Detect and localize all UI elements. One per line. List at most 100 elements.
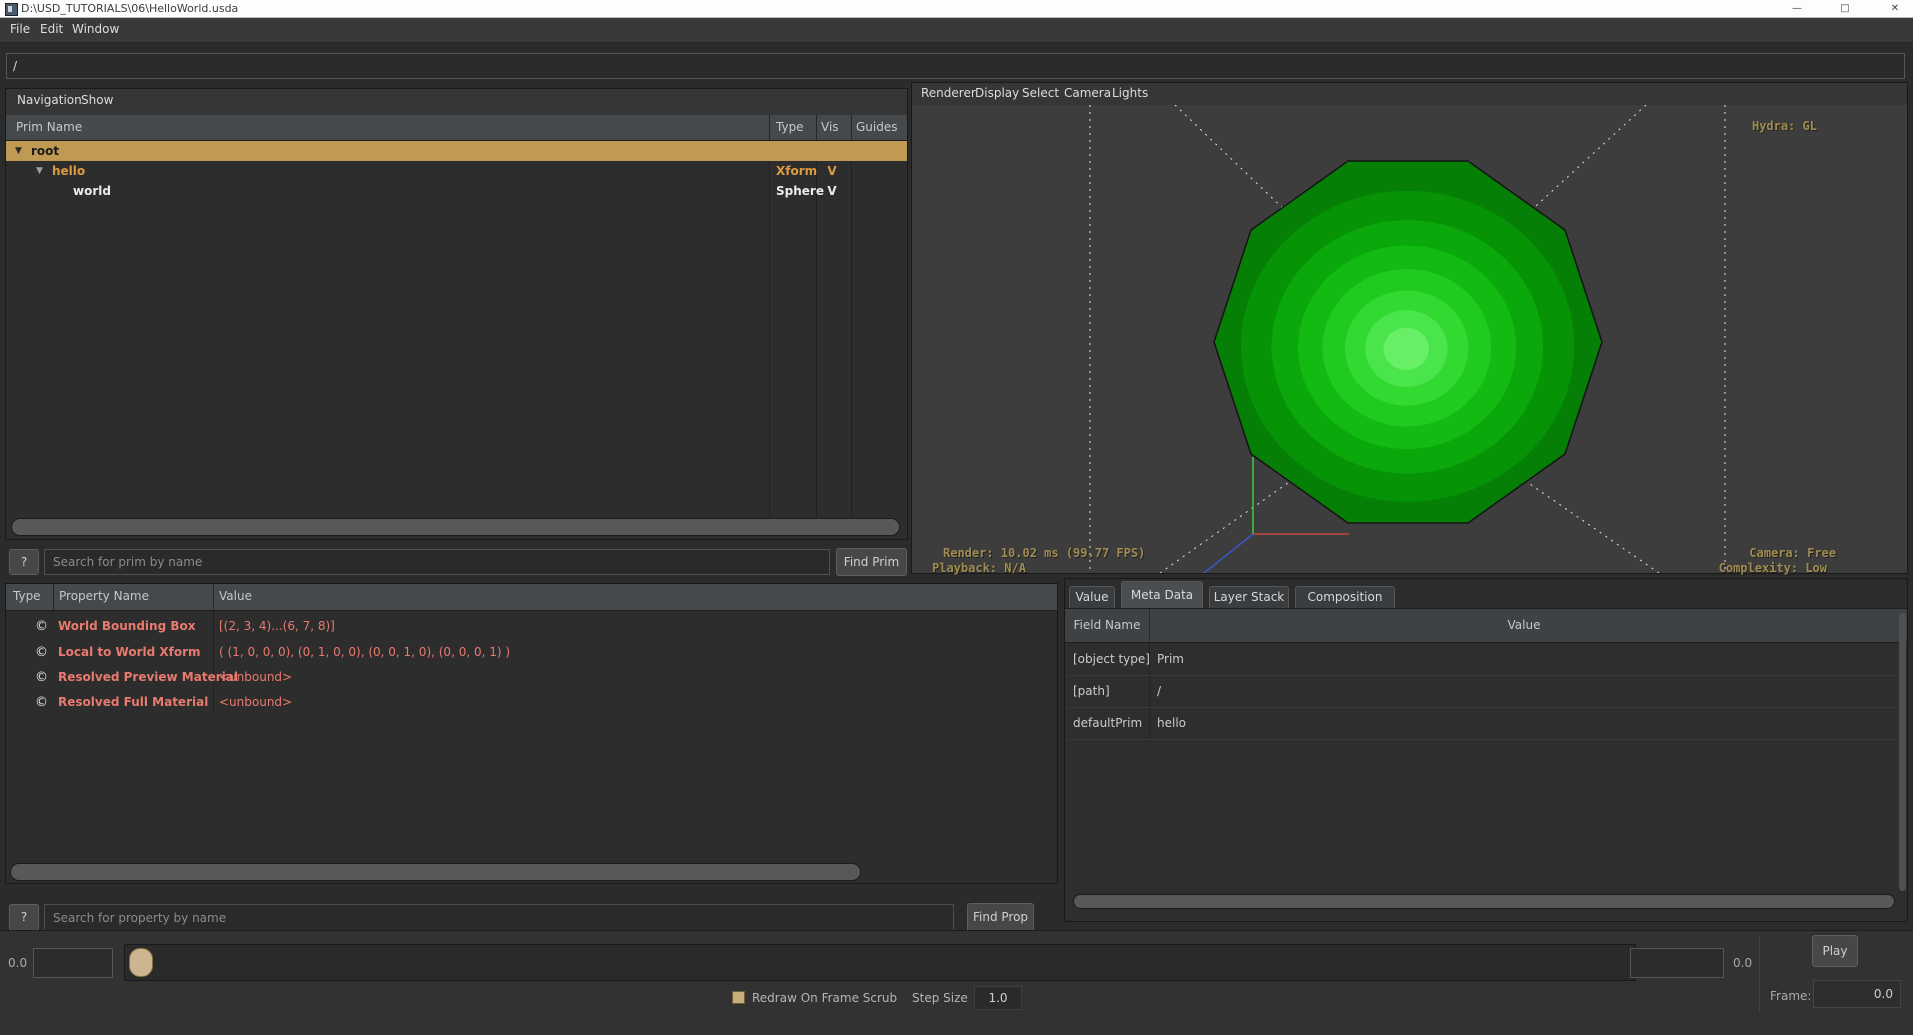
menu-select[interactable]: Select: [1020, 86, 1061, 100]
prop-search-help-button[interactable]: ?: [9, 904, 39, 931]
menu-navigation[interactable]: Navigation: [15, 93, 84, 107]
property-row[interactable]: © Resolved Preview Material <unbound>: [6, 665, 1057, 690]
usdview-window: D:\USD_TUTORIALS\06\HelloWorld.usda — □ …: [0, 0, 1913, 1035]
menu-camera[interactable]: Camera: [1062, 86, 1113, 100]
custom-attr-icon: ©: [24, 614, 48, 639]
tree-row-root[interactable]: ▼ root: [6, 141, 907, 161]
sphere-prim: [1214, 161, 1602, 523]
range-end-label: 0.0: [1733, 956, 1752, 970]
property-value: [(2, 3, 4)...(6, 7, 8)]: [219, 614, 335, 639]
prop-search-input[interactable]: [44, 904, 954, 931]
inspector-hscrollbar[interactable]: [1073, 894, 1895, 909]
col-prim-name[interactable]: Prim Name: [16, 120, 82, 134]
expander-icon[interactable]: ▼: [15, 141, 22, 161]
tab-composition[interactable]: Composition: [1295, 586, 1395, 608]
col-type[interactable]: Type: [776, 120, 804, 134]
property-row[interactable]: © World Bounding Box [(2, 3, 4)...(6, 7,…: [6, 614, 1057, 639]
expander-icon[interactable]: ▼: [36, 161, 43, 181]
hud-playback: Playback: N/A: [932, 561, 1026, 575]
menu-edit[interactable]: Edit: [38, 22, 65, 36]
hud-render: Render: 10.02 ms (99.77 FPS): [943, 546, 1145, 560]
frame-label: Frame:: [1770, 989, 1811, 1003]
viewport-canvas[interactable]: [912, 105, 1907, 573]
menu-window[interactable]: Window: [70, 22, 121, 36]
property-value: <unbound>: [219, 665, 292, 690]
prim-name: world: [73, 181, 111, 201]
property-hscrollbar[interactable]: [10, 863, 861, 881]
field-name: [object type]: [1073, 643, 1150, 675]
custom-attr-icon: ©: [24, 640, 48, 665]
field-value: Prim: [1157, 643, 1184, 675]
col-prop-type[interactable]: Type: [13, 589, 41, 603]
field-name: [path]: [1073, 675, 1110, 707]
property-row[interactable]: © Resolved Full Material <unbound>: [6, 690, 1057, 715]
tree-row-world[interactable]: world Sphere V: [6, 181, 907, 201]
play-button[interactable]: Play: [1812, 935, 1858, 967]
titlebar: D:\USD_TUTORIALS\06\HelloWorld.usda — □ …: [0, 0, 1913, 18]
close-button[interactable]: ✕: [1884, 0, 1906, 17]
frame-slider[interactable]: [124, 944, 1636, 981]
property-row[interactable]: © Local to World Xform ( (1, 0, 0, 0), (…: [6, 640, 1057, 665]
col-prop-value[interactable]: Value: [219, 589, 252, 603]
menu-display[interactable]: Display: [973, 86, 1021, 100]
redraw-label: Redraw On Frame Scrub: [752, 991, 897, 1005]
meta-row[interactable]: [object type] Prim: [1065, 643, 1907, 676]
menu-show[interactable]: Show: [79, 93, 115, 107]
hud-complexity: Complexity: Low: [1719, 561, 1827, 575]
meta-row[interactable]: [path] /: [1065, 675, 1907, 708]
tab-meta-data[interactable]: Meta Data: [1121, 581, 1203, 608]
property-value: ( (1, 0, 0, 0), (0, 1, 0, 0), (0, 0, 1, …: [219, 640, 510, 665]
menu-file[interactable]: File: [8, 22, 32, 36]
prim-browser-panel: Navigation Show Prim Name Type Vis Guide…: [5, 88, 908, 540]
prim-name: hello: [52, 161, 85, 181]
meta-table-header: Field Name Value: [1065, 609, 1907, 643]
prim-path-input[interactable]: [6, 53, 1905, 79]
menu-renderer[interactable]: Renderer: [919, 86, 978, 100]
step-size-label: Step Size: [912, 991, 968, 1005]
prim-table-header: Prim Name Type Vis Guides: [6, 115, 907, 141]
meta-row[interactable]: defaultPrim hello: [1065, 707, 1907, 740]
window-title: D:\USD_TUTORIALS\06\HelloWorld.usda: [21, 2, 238, 15]
col-vis[interactable]: Vis: [821, 120, 839, 134]
property-value: <unbound>: [219, 690, 292, 715]
frame-input[interactable]: [1813, 980, 1901, 1008]
inspector-vscrollbar[interactable]: [1899, 613, 1906, 891]
prim-tree-hscrollbar[interactable]: [11, 518, 900, 536]
prim-search-help-button[interactable]: ?: [9, 549, 39, 575]
column-divider: [53, 584, 54, 611]
field-value: hello: [1157, 707, 1186, 739]
range-start-input[interactable]: [33, 948, 113, 978]
tab-value[interactable]: Value: [1069, 586, 1115, 608]
step-size-input[interactable]: [974, 986, 1022, 1010]
col-prop-name[interactable]: Property Name: [59, 589, 149, 603]
menu-lights[interactable]: Lights: [1110, 86, 1150, 100]
tab-bar: Value Meta Data Layer Stack Composition: [1065, 579, 1907, 609]
custom-attr-icon: ©: [24, 690, 48, 715]
redraw-checkbox[interactable]: [732, 991, 745, 1004]
viewport-panel: Renderer Display Select Camera Lights: [911, 82, 1908, 574]
divider: [1759, 937, 1760, 1011]
find-prim-button[interactable]: Find Prim: [836, 548, 907, 576]
prim-search-input[interactable]: [44, 549, 830, 575]
hud-renderer: Hydra: GL: [1752, 119, 1817, 133]
col-guides[interactable]: Guides: [856, 120, 898, 134]
minimize-button[interactable]: —: [1786, 0, 1808, 17]
app-icon: [5, 3, 18, 16]
viewport-menubar: Renderer Display Select Camera Lights: [912, 83, 1907, 105]
prim-vis[interactable]: V: [820, 181, 844, 201]
col-field-name[interactable]: Field Name: [1065, 618, 1149, 632]
find-prop-button[interactable]: Find Prop: [967, 903, 1034, 932]
property-name: World Bounding Box: [58, 614, 195, 639]
prim-browser-menubar: Navigation Show: [6, 89, 907, 116]
prim-vis[interactable]: V: [820, 161, 844, 181]
maximize-button[interactable]: □: [1834, 0, 1856, 17]
col-field-value[interactable]: Value: [1149, 618, 1899, 632]
tab-layer-stack[interactable]: Layer Stack: [1209, 586, 1289, 608]
field-name: defaultPrim: [1073, 707, 1142, 739]
frame-slider-handle[interactable]: [129, 948, 153, 977]
property-name: Resolved Full Material: [58, 690, 208, 715]
field-value: /: [1157, 675, 1161, 707]
tree-row-hello[interactable]: ▼ hello Xform V: [6, 161, 907, 181]
range-end-input[interactable]: [1630, 948, 1724, 978]
prim-type: Xform: [776, 161, 817, 181]
